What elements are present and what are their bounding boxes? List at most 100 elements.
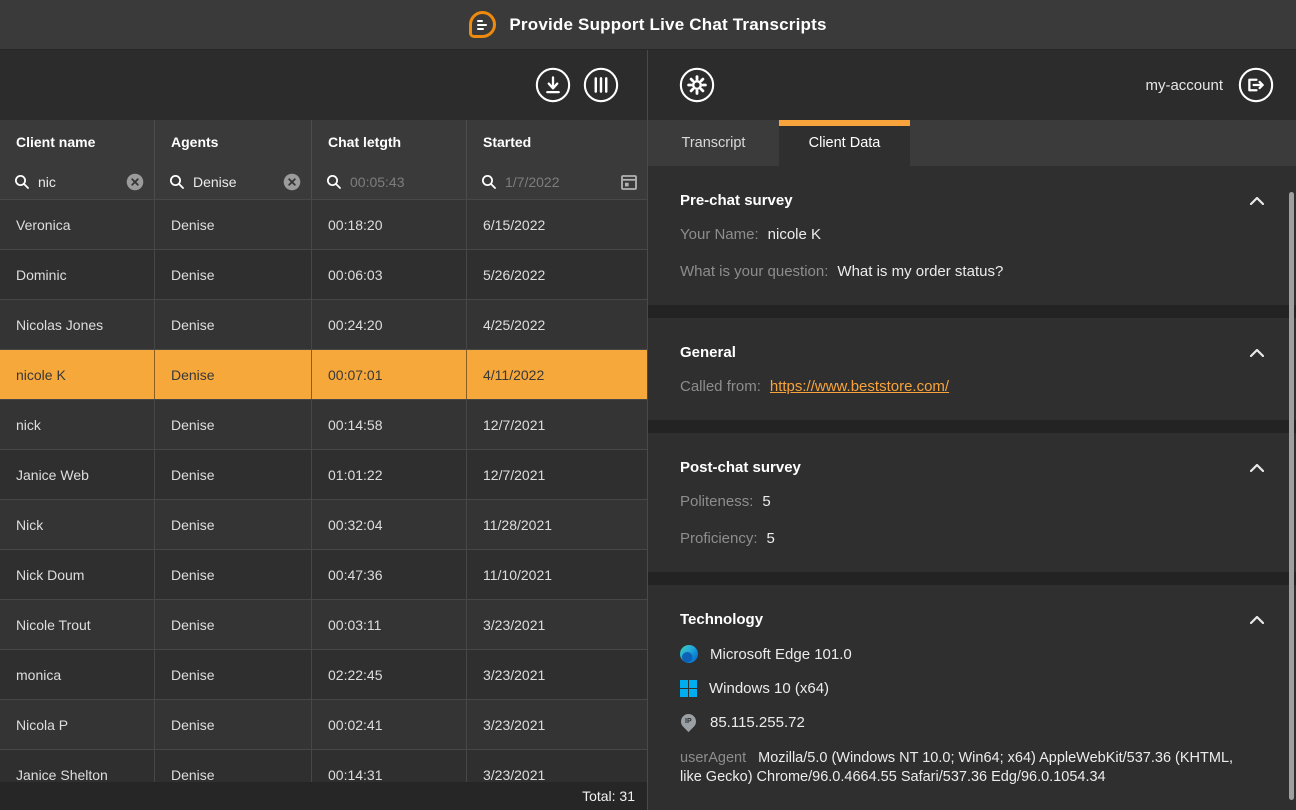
cell-agent: Denise bbox=[155, 550, 312, 599]
cell-client-name: Nick Doum bbox=[0, 550, 155, 599]
collapse-section-button[interactable] bbox=[1250, 463, 1264, 473]
section-general: General Called from: https://www.beststor… bbox=[648, 318, 1296, 420]
transcripts-toolbar bbox=[0, 50, 647, 120]
clear-icon bbox=[126, 173, 144, 191]
cell-client-name: Nicole Trout bbox=[0, 600, 155, 649]
cell-agent: Denise bbox=[155, 600, 312, 649]
cell-agent: Denise bbox=[155, 400, 312, 449]
cell-agent: Denise bbox=[155, 650, 312, 699]
called-from-link[interactable]: https://www.beststore.com/ bbox=[770, 378, 949, 395]
cell-chat-length: 00:14:58 bbox=[312, 400, 467, 449]
table-row[interactable]: Veronica Denise 00:18:20 6/15/2022 bbox=[0, 200, 647, 250]
scrollbar-thumb[interactable] bbox=[1289, 192, 1294, 800]
section-technology: Technology Microsoft Edge 101.0 Windows … bbox=[648, 585, 1296, 809]
client-name-filter-input[interactable] bbox=[38, 174, 118, 190]
tab-transcript[interactable]: Transcript bbox=[648, 120, 779, 166]
field-value: 5 bbox=[762, 493, 770, 510]
app-window: Provide Support Live Chat Transcripts Cl… bbox=[0, 0, 1296, 810]
cell-agent: Denise bbox=[155, 250, 312, 299]
transcripts-panel: Client name Agents Chat letgth Started bbox=[0, 50, 648, 810]
column-header-client-name[interactable]: Client name bbox=[0, 120, 155, 164]
cell-client-name: Nicolas Jones bbox=[0, 300, 155, 349]
field-label: Called from: bbox=[680, 378, 761, 395]
settings-button[interactable] bbox=[678, 66, 716, 104]
field-value: What is my order status? bbox=[837, 263, 1003, 280]
section-title: Pre-chat survey bbox=[680, 192, 793, 209]
date-picker-button[interactable] bbox=[620, 173, 638, 191]
cell-client-name: Nick bbox=[0, 500, 155, 549]
section-post-chat-survey: Post-chat survey Politeness:5 Proficienc… bbox=[648, 433, 1296, 572]
table-row[interactable]: Nicolas Jones Denise 00:24:20 4/25/2022 bbox=[0, 300, 647, 350]
cell-chat-length: 00:14:31 bbox=[312, 750, 467, 782]
column-header-agents[interactable]: Agents bbox=[155, 120, 312, 164]
download-button[interactable] bbox=[534, 66, 572, 104]
ip-location-icon: IP bbox=[678, 711, 699, 732]
user-agent-label: userAgent bbox=[680, 750, 746, 766]
account-name[interactable]: my-account bbox=[1145, 77, 1223, 94]
table-row[interactable]: Nick Denise 00:32:04 11/28/2021 bbox=[0, 500, 647, 550]
details-panel: my-account Transcript Client Data Pre-ch… bbox=[648, 50, 1296, 810]
download-icon bbox=[534, 66, 572, 104]
search-icon bbox=[14, 174, 30, 190]
table-row-selected[interactable]: nicole K Denise 00:07:01 4/11/2022 bbox=[0, 350, 647, 400]
table-row[interactable]: nick Denise 00:14:58 12/7/2021 bbox=[0, 400, 647, 450]
collapse-section-button[interactable] bbox=[1250, 348, 1264, 358]
clear-client-name-filter-button[interactable] bbox=[126, 173, 144, 191]
ip-value: 85.115.255.72 bbox=[710, 714, 805, 731]
cell-started: 11/10/2021 bbox=[467, 550, 647, 599]
field-label: Proficiency: bbox=[680, 530, 758, 547]
user-agent-value: Mozilla/5.0 (Windows NT 10.0; Win64; x64… bbox=[680, 750, 1233, 785]
app-title: Provide Support Live Chat Transcripts bbox=[509, 15, 826, 35]
cell-client-name: Dominic bbox=[0, 250, 155, 299]
cell-started: 12/7/2021 bbox=[467, 450, 647, 499]
edge-browser-icon bbox=[680, 645, 698, 663]
chevron-up-icon bbox=[1250, 349, 1264, 357]
clear-icon bbox=[283, 173, 301, 191]
cell-agent: Denise bbox=[155, 450, 312, 499]
table-row[interactable]: Janice Web Denise 01:01:22 12/7/2021 bbox=[0, 450, 647, 500]
clear-agents-filter-button[interactable] bbox=[283, 173, 301, 191]
cell-chat-length: 01:01:22 bbox=[312, 450, 467, 499]
cell-chat-length: 00:18:20 bbox=[312, 200, 467, 249]
windows-icon bbox=[680, 680, 697, 697]
table-body: Veronica Denise 00:18:20 6/15/2022 Domin… bbox=[0, 200, 647, 782]
cell-chat-length: 00:06:03 bbox=[312, 250, 467, 299]
search-icon bbox=[326, 174, 342, 190]
columns-icon bbox=[582, 66, 620, 104]
table-row[interactable]: Janice Shelton Denise 00:14:31 3/23/2021 bbox=[0, 750, 647, 782]
total-count: Total: 31 bbox=[582, 788, 635, 804]
columns-button[interactable] bbox=[582, 66, 620, 104]
logout-button[interactable] bbox=[1237, 66, 1275, 104]
column-header-started[interactable]: Started bbox=[467, 120, 648, 164]
section-separator bbox=[648, 305, 1296, 318]
collapse-section-button[interactable] bbox=[1250, 615, 1264, 625]
client-data-content: Pre-chat survey Your Name:nicole K What … bbox=[648, 166, 1296, 809]
field-value: 5 bbox=[767, 530, 775, 547]
started-filter-input[interactable] bbox=[505, 174, 612, 190]
table-row[interactable]: Nick Doum Denise 00:47:36 11/10/2021 bbox=[0, 550, 647, 600]
details-tabs: Transcript Client Data bbox=[648, 120, 1296, 166]
calendar-icon bbox=[620, 173, 638, 191]
cell-agent: Denise bbox=[155, 750, 312, 782]
agents-filter-input[interactable] bbox=[193, 174, 275, 190]
collapse-section-button[interactable] bbox=[1250, 196, 1264, 206]
table-row[interactable]: monica Denise 02:22:45 3/23/2021 bbox=[0, 650, 647, 700]
section-title: General bbox=[680, 344, 736, 361]
cell-agent: Denise bbox=[155, 500, 312, 549]
cell-agent: Denise bbox=[155, 700, 312, 749]
cell-started: 12/7/2021 bbox=[467, 400, 647, 449]
cell-chat-length: 00:24:20 bbox=[312, 300, 467, 349]
table-row[interactable]: Nicola P Denise 00:02:41 3/23/2021 bbox=[0, 700, 647, 750]
search-icon bbox=[481, 174, 497, 190]
tab-client-data[interactable]: Client Data bbox=[779, 120, 910, 166]
column-header-chat-length[interactable]: Chat letgth bbox=[312, 120, 467, 164]
provide-support-logo-icon bbox=[469, 11, 496, 38]
os-value: Windows 10 (x64) bbox=[709, 680, 829, 697]
table-row[interactable]: Nicole Trout Denise 00:03:11 3/23/2021 bbox=[0, 600, 647, 650]
table-row[interactable]: Dominic Denise 00:06:03 5/26/2022 bbox=[0, 250, 647, 300]
cell-agent: Denise bbox=[155, 200, 312, 249]
chat-length-filter-input[interactable] bbox=[350, 174, 456, 190]
section-title: Technology bbox=[680, 611, 763, 628]
chevron-up-icon bbox=[1250, 197, 1264, 205]
field-value: nicole K bbox=[768, 226, 821, 243]
